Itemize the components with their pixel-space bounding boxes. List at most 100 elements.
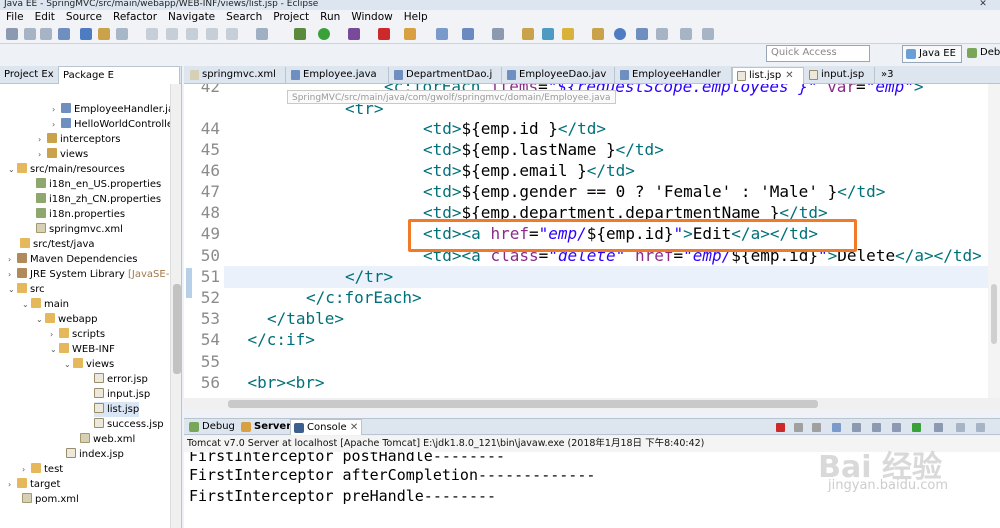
menu-window[interactable]: Window	[345, 10, 397, 24]
external-tools-icon[interactable]	[378, 28, 390, 40]
menu-edit[interactable]: Edit	[29, 10, 60, 24]
back-icon[interactable]	[680, 28, 692, 40]
close-tab-icon[interactable]: ✕	[785, 70, 793, 81]
tab-package-explorer[interactable]: Package E	[58, 66, 180, 84]
tab-departmentdao[interactable]: DepartmentDao.j	[390, 67, 502, 84]
chevron-down-icon[interactable]: ⌄	[64, 357, 73, 372]
editor-vscroll-thumb[interactable]	[991, 284, 997, 344]
chevron-right-icon[interactable]: ›	[50, 327, 59, 342]
coverage-icon[interactable]	[348, 28, 360, 40]
list-item[interactable]: › interceptors	[38, 132, 120, 147]
open-type-icon[interactable]	[522, 28, 534, 40]
list-item[interactable]: ⌄ views	[64, 357, 114, 372]
close-tab-icon[interactable]: ✕	[350, 422, 358, 433]
list-item[interactable]: › HelloWorldControlle	[52, 117, 173, 132]
chevron-down-icon[interactable]: ⌄	[50, 342, 59, 357]
list-item[interactable]: src/test/java	[20, 237, 95, 252]
tab-input-jsp[interactable]: input.jsp	[805, 67, 875, 84]
editor-hscroll-thumb[interactable]	[228, 400, 818, 408]
step-icon[interactable]	[226, 28, 238, 40]
perspective-debug[interactable]: Deb	[964, 45, 1000, 63]
menu-navigate[interactable]: Navigate	[162, 10, 220, 24]
chevron-right-icon[interactable]: ›	[52, 117, 61, 132]
list-item[interactable]: index.jsp	[66, 447, 124, 462]
open-console-icon[interactable]	[934, 423, 943, 432]
list-item[interactable]: › views	[38, 147, 88, 162]
list-item[interactable]: i18n_zh_CN.properties	[36, 192, 161, 207]
tab-debug[interactable]: Debug	[186, 419, 238, 435]
maximize-icon[interactable]	[976, 423, 985, 432]
list-item[interactable]: pom.xml	[22, 492, 79, 507]
chevron-right-icon[interactable]: ›	[8, 252, 17, 267]
tab-console[interactable]: Console ✕	[290, 419, 362, 435]
list-item[interactable]: ⌄ webapp	[36, 312, 98, 327]
remove-all-icon[interactable]	[812, 423, 821, 432]
list-item[interactable]: › EmployeeHandler.ja	[52, 102, 174, 117]
list-item[interactable]: springmvc.xml	[36, 222, 123, 237]
chevron-right-icon[interactable]: ›	[38, 147, 47, 162]
stop-icon[interactable]	[206, 28, 218, 40]
list-item[interactable]: › Maven Dependencies	[8, 252, 138, 267]
chevron-down-icon[interactable]: ⌄	[8, 282, 17, 297]
save-all-icon[interactable]	[40, 28, 52, 40]
tab-servers[interactable]: Servers	[238, 419, 297, 435]
display-console-icon[interactable]	[912, 423, 921, 432]
toggle-mark-icon[interactable]	[98, 28, 110, 40]
list-item[interactable]: input.jsp	[94, 387, 150, 402]
list-item[interactable]: i18n_en_US.properties	[36, 177, 161, 192]
editor-horizontal-scrollbar[interactable]	[184, 398, 1000, 410]
tab-overflow[interactable]: »3	[877, 67, 907, 84]
tab-list-jsp[interactable]: list.jsp ✕	[732, 67, 804, 84]
refresh-icon[interactable]	[186, 28, 198, 40]
format-icon[interactable]	[116, 28, 128, 40]
list-item[interactable]: ⌄ WEB-INF	[50, 342, 115, 357]
explorer-scrollbar[interactable]	[170, 84, 181, 528]
menu-project[interactable]: Project	[267, 10, 314, 24]
menu-file[interactable]: File	[0, 10, 29, 24]
perspective-java-ee[interactable]: Java EE	[902, 45, 962, 63]
word-wrap-icon[interactable]	[872, 423, 881, 432]
list-item[interactable]: ⌄ src	[8, 282, 45, 297]
redo-icon[interactable]	[166, 28, 178, 40]
new-package-icon[interactable]	[462, 28, 474, 40]
tab-project-explorer[interactable]: Project Ex	[0, 66, 58, 84]
quick-access-input[interactable]: Quick Access	[766, 45, 870, 62]
list-item[interactable]: › scripts	[50, 327, 105, 342]
list-item[interactable]: › target	[8, 477, 60, 492]
run-icon[interactable]	[318, 28, 330, 40]
remove-launch-icon[interactable]	[794, 423, 803, 432]
open-task-icon[interactable]	[542, 28, 554, 40]
editor-vertical-scrollbar[interactable]	[988, 84, 1000, 398]
debug-icon[interactable]	[294, 28, 306, 40]
list-item[interactable]: › JRE System Library [JavaSE-1.	[8, 267, 179, 282]
chevron-down-icon[interactable]: ⌄	[22, 297, 31, 312]
list-item[interactable]: i18n.properties	[36, 207, 125, 222]
print-icon[interactable]	[58, 28, 70, 40]
open-folder-icon[interactable]	[592, 28, 604, 40]
new-class-icon[interactable]	[492, 28, 504, 40]
tab-employeehandler[interactable]: EmployeeHandler	[616, 67, 732, 84]
terminate-icon[interactable]	[256, 28, 268, 40]
search-icon[interactable]	[562, 28, 574, 40]
menu-source[interactable]: Source	[60, 10, 107, 24]
save-icon[interactable]	[24, 28, 36, 40]
chevron-down-icon[interactable]: ⌄	[8, 162, 17, 177]
undo-icon[interactable]	[146, 28, 158, 40]
explorer-scroll-thumb[interactable]	[173, 284, 181, 374]
list-item[interactable]: success.jsp	[94, 417, 164, 432]
next-annotation-icon[interactable]	[636, 28, 648, 40]
chevron-right-icon[interactable]: ›	[38, 132, 47, 147]
chevron-right-icon[interactable]: ›	[8, 477, 17, 492]
tab-employeedao[interactable]: EmployeeDao.jav	[503, 67, 615, 84]
list-item[interactable]: ⌄ src/main/resources	[8, 162, 125, 177]
server-icon[interactable]	[404, 28, 416, 40]
chevron-right-icon[interactable]: ›	[52, 102, 61, 117]
pin-console-icon[interactable]	[892, 423, 901, 432]
clear-console-icon[interactable]	[832, 423, 841, 432]
skip-breakpoints-icon[interactable]	[80, 28, 92, 40]
close-icon[interactable]: ✕	[976, 0, 990, 10]
terminate-icon[interactable]	[776, 423, 785, 432]
list-item[interactable]: › test	[22, 462, 63, 477]
scroll-lock-icon[interactable]	[852, 423, 861, 432]
list-item[interactable]: error.jsp	[94, 372, 148, 387]
